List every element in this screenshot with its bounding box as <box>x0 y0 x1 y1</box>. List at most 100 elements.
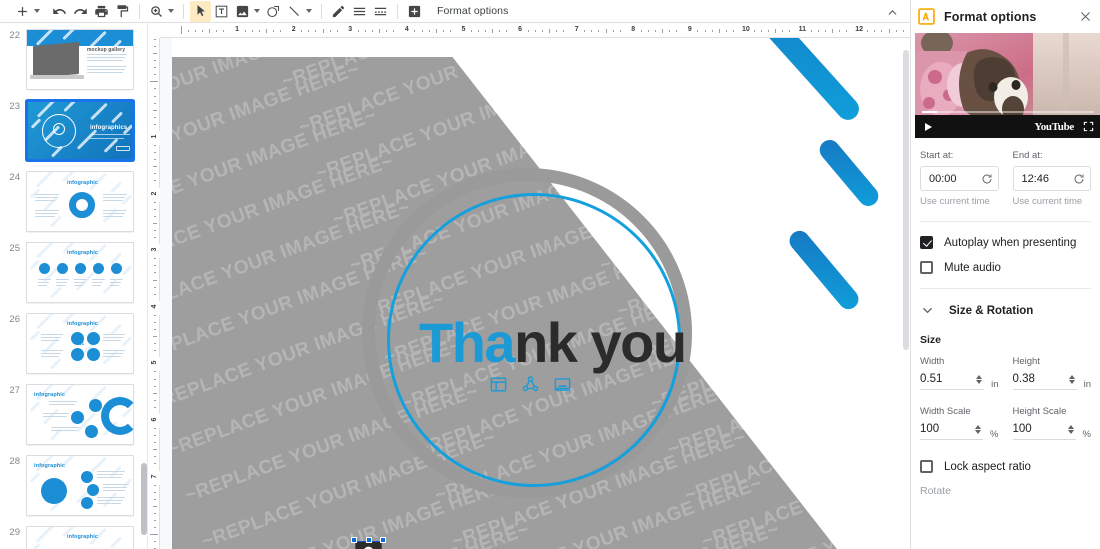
slide-thumbnail[interactable]: infographic <box>26 171 134 232</box>
lock-aspect-ratio-checkbox[interactable] <box>920 460 933 473</box>
thumbnail-shape <box>87 332 100 345</box>
format-options-panel[interactable]: Format options YouTube Start at: 00:00 U… <box>910 0 1100 549</box>
slide-thumbnail[interactable]: mockup gallery <box>26 29 134 90</box>
zoom-dropdown[interactable] <box>168 9 174 13</box>
image-dropdown[interactable] <box>254 9 260 13</box>
size-rotation-section-header[interactable]: Size & Rotation <box>920 303 1091 318</box>
ruler-tick <box>154 512 156 514</box>
height-scale-input[interactable]: 100 <box>1012 419 1076 440</box>
filmstrip-slide-row[interactable]: 27 infographic <box>0 378 147 449</box>
thumbnail-text-line <box>56 285 65 286</box>
start-use-current-time[interactable]: Use current time <box>920 196 999 207</box>
new-slide-button[interactable] <box>12 1 33 22</box>
video-preview[interactable]: YouTube <box>915 33 1100 138</box>
width-scale-input[interactable]: 100 <box>920 419 984 440</box>
ruler-number: 5 <box>461 26 466 33</box>
decorative-stripe <box>35 172 57 188</box>
filmstrip-slide-row[interactable]: 24 infographic <box>0 165 147 236</box>
ruler-tick <box>153 222 157 224</box>
resize-handle-n[interactable] <box>365 537 372 543</box>
video-object[interactable] <box>351 537 386 549</box>
slide-thumbnail[interactable]: infographic 01 <box>26 313 134 374</box>
slide-thumbnail[interactable]: infographic <box>26 526 134 549</box>
current-slide[interactable]: ~REPLACE YOUR IMAGE HERE~~REPLACE YOUR I… <box>172 38 903 549</box>
paint-format-button[interactable] <box>112 1 133 22</box>
thumbnail-text-line <box>103 484 129 485</box>
ruler-tick <box>393 30 395 32</box>
slide-stage[interactable]: ~REPLACE YOUR IMAGE HERE~~REPLACE YOUR I… <box>160 38 903 549</box>
width-scale-stepper[interactable] <box>975 424 982 434</box>
canvas-scrollbar[interactable] <box>901 38 910 549</box>
autoplay-checkbox[interactable] <box>920 236 933 249</box>
video-control-bar[interactable]: YouTube <box>915 115 1100 138</box>
horizontal-ruler[interactable]: 12345678910111213 <box>160 23 910 38</box>
ruler-tick <box>541 30 543 32</box>
width-input[interactable]: 0.51 <box>920 369 985 390</box>
thumbnail-shape <box>111 263 122 274</box>
height-field: Height 0.38 in <box>1012 356 1091 390</box>
ruler-tick <box>251 30 253 32</box>
ruler-tick <box>188 30 190 32</box>
end-at-input[interactable]: 12:46 <box>1012 166 1091 191</box>
add-comment-button[interactable] <box>404 1 425 22</box>
slide-thumbnail[interactable]: infographic <box>26 384 134 445</box>
line-dropdown[interactable] <box>306 9 312 13</box>
ruler-number: 2 <box>291 26 296 33</box>
filmstrip-slide-row[interactable]: 22 mockup gallery <box>0 23 147 94</box>
insert-image-button[interactable] <box>232 1 253 22</box>
slide-canvas-area[interactable]: 12345678910111213 1234567 ~REPLACE YOUR … <box>148 23 910 549</box>
filmstrip-slide-row[interactable]: 29 infographic <box>0 520 147 549</box>
ruler-number: 3 <box>151 247 158 252</box>
start-at-label: Start at: <box>920 150 954 161</box>
video-progress-bar[interactable] <box>922 111 1094 113</box>
slide-thumbnail[interactable]: infographics <box>26 100 134 161</box>
shape-button[interactable] <box>263 1 284 22</box>
lock-aspect-ratio-row[interactable]: Lock aspect ratio <box>920 460 1091 473</box>
collapse-toolbar-button[interactable] <box>882 2 902 22</box>
ruler-tick <box>718 29 720 33</box>
ruler-tick <box>154 60 156 62</box>
filmstrip-slide-row[interactable]: 23 infographics <box>0 94 147 165</box>
print-button[interactable] <box>91 1 112 22</box>
redo-button[interactable] <box>70 1 91 22</box>
start-at-input[interactable]: 00:00 <box>920 166 999 191</box>
end-use-current-time[interactable]: Use current time <box>1013 196 1092 207</box>
canvas-scrollbar-thumb[interactable] <box>903 50 909 350</box>
filmstrip-slide-row[interactable]: 28 infographic <box>0 449 147 520</box>
resize-handle-ne[interactable] <box>380 537 386 543</box>
width-stepper[interactable] <box>976 374 983 384</box>
transition-button[interactable] <box>370 1 391 22</box>
refresh-icon[interactable] <box>1073 173 1085 185</box>
new-slide-dropdown[interactable] <box>34 9 40 13</box>
refresh-icon[interactable] <box>981 173 993 185</box>
ruler-tick <box>153 392 157 394</box>
filmstrip-scrollbar[interactable] <box>140 23 148 549</box>
vertical-ruler[interactable]: 1 2 3 4 5 6 7 <box>148 38 160 549</box>
height-stepper[interactable] <box>1068 374 1075 384</box>
mute-audio-checkbox-row[interactable]: Mute audio <box>920 261 1091 274</box>
undo-button[interactable] <box>49 1 70 22</box>
filmstrip-slide-row[interactable]: 26 infographic 01 <box>0 307 147 378</box>
filmstrip-scrollbar-thumb[interactable] <box>141 463 147 535</box>
fullscreen-icon[interactable] <box>1083 121 1094 132</box>
thumbnail-text-line <box>87 69 125 70</box>
slide-thumbnail[interactable]: infographic <box>26 242 134 303</box>
resize-handle-nw[interactable] <box>351 537 357 543</box>
autoplay-checkbox-row[interactable]: Autoplay when presenting <box>920 236 1091 249</box>
align-button[interactable] <box>349 1 370 22</box>
zoom-button[interactable] <box>146 1 167 22</box>
filmstrip-slide-row[interactable]: 25 infographic <box>0 236 147 307</box>
play-icon[interactable] <box>922 121 934 133</box>
chevron-down-icon[interactable] <box>920 303 935 318</box>
select-tool-button[interactable] <box>190 0 211 22</box>
mute-audio-checkbox[interactable] <box>920 261 933 274</box>
line-button[interactable] <box>284 1 305 22</box>
close-icon[interactable] <box>1077 8 1094 25</box>
slide-thumbnail[interactable]: infographic <box>26 455 134 516</box>
height-scale-stepper[interactable] <box>1067 424 1074 434</box>
text-box-button[interactable] <box>211 1 232 22</box>
ruler-tick <box>154 293 156 295</box>
pen-button[interactable] <box>328 1 349 22</box>
slide-filmstrip[interactable]: 22 mockup gallery 23 infographics 24 infograp… <box>0 23 148 549</box>
height-input[interactable]: 0.38 <box>1012 369 1077 390</box>
